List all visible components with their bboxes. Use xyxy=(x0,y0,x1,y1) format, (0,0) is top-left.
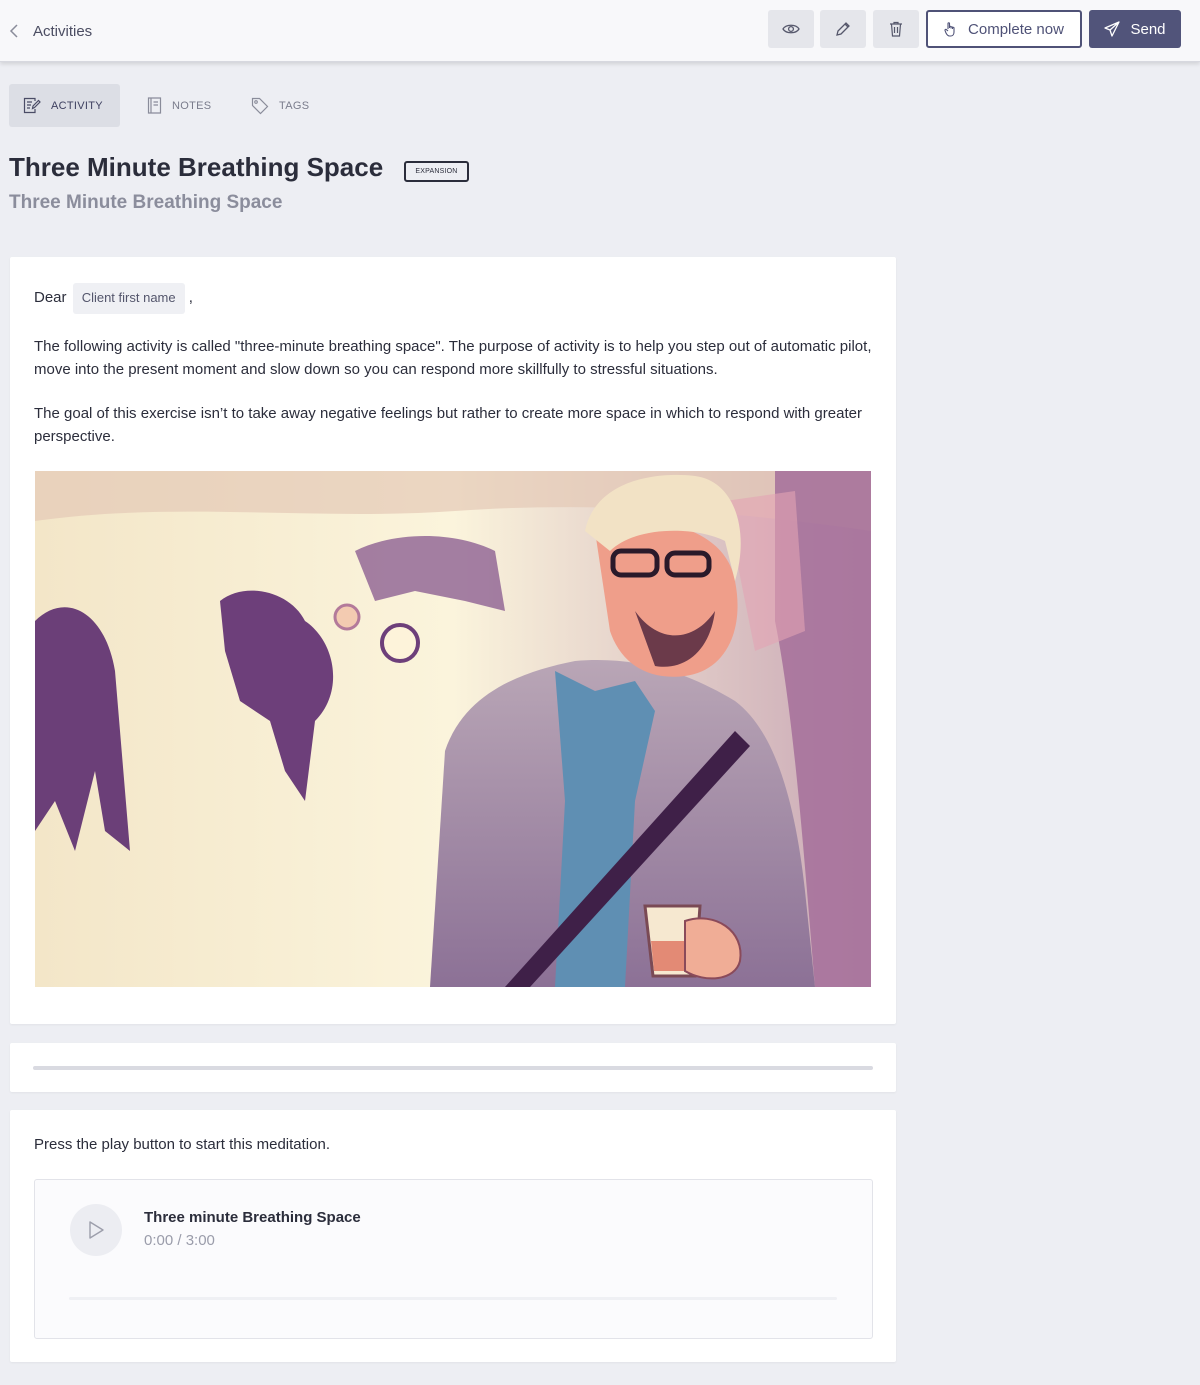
client-first-name-chip: Client first name xyxy=(72,283,185,314)
audio-player: Three minute Breathing Space 0:00 / 3:00 xyxy=(34,1179,873,1339)
eye-icon xyxy=(782,24,800,34)
progress-bar[interactable] xyxy=(69,1297,837,1300)
greeting-suffix: , xyxy=(188,289,193,306)
paper-plane-icon xyxy=(1104,21,1121,37)
tab-activity-label: ACTIVITY xyxy=(51,99,103,112)
notebook-icon xyxy=(147,97,162,114)
page-subtitle: Three Minute Breathing Space xyxy=(9,192,283,213)
greeting-line: Dear Client first name , xyxy=(34,283,874,314)
tab-tags-label: TAGS xyxy=(279,99,310,112)
send-button[interactable]: Send xyxy=(1089,10,1181,48)
chevron-left-icon xyxy=(9,24,18,38)
meditation-instruction: Press the play button to start this medi… xyxy=(34,1136,330,1153)
divider-line xyxy=(33,1066,873,1070)
tab-activity[interactable]: ACTIVITY xyxy=(9,84,120,127)
delete-button[interactable] xyxy=(873,10,919,48)
activity-image xyxy=(35,471,871,987)
track-title: Three minute Breathing Space xyxy=(144,1209,361,1226)
hand-pointer-icon xyxy=(944,22,955,37)
complete-now-label: Complete now xyxy=(968,20,1064,38)
top-bar: Activities Complete now Send xyxy=(0,0,1200,62)
edit-button[interactable] xyxy=(820,10,866,48)
preview-button[interactable] xyxy=(768,10,814,48)
trash-icon xyxy=(890,21,902,37)
back-link[interactable]: Activities xyxy=(9,18,92,44)
document-edit-icon xyxy=(23,97,41,114)
tag-icon xyxy=(251,97,269,114)
meditation-card: Press the play button to start this medi… xyxy=(10,1110,896,1362)
page-title: Three Minute Breathing Space xyxy=(9,152,384,182)
track-time: 0:00 / 3:00 xyxy=(144,1232,215,1249)
category-badge: EXPANSION xyxy=(404,161,469,182)
play-button[interactable] xyxy=(70,1204,122,1256)
greeting-text: Dear xyxy=(34,289,67,306)
goal-paragraph: The goal of this exercise isn’t to take … xyxy=(34,405,862,445)
content-card: Dear Client first name , The following a… xyxy=(10,257,896,1024)
pencil-icon xyxy=(836,22,850,36)
divider-card xyxy=(10,1043,896,1092)
back-label: Activities xyxy=(33,22,93,40)
tab-tags[interactable]: TAGS xyxy=(251,84,309,127)
play-icon xyxy=(89,1221,104,1239)
send-label: Send xyxy=(1130,20,1166,38)
complete-now-button[interactable]: Complete now xyxy=(926,10,1082,48)
intro-paragraph: The following activity is called "three-… xyxy=(34,338,872,378)
tab-notes[interactable]: NOTES xyxy=(147,84,211,127)
tab-notes-label: NOTES xyxy=(172,99,212,112)
